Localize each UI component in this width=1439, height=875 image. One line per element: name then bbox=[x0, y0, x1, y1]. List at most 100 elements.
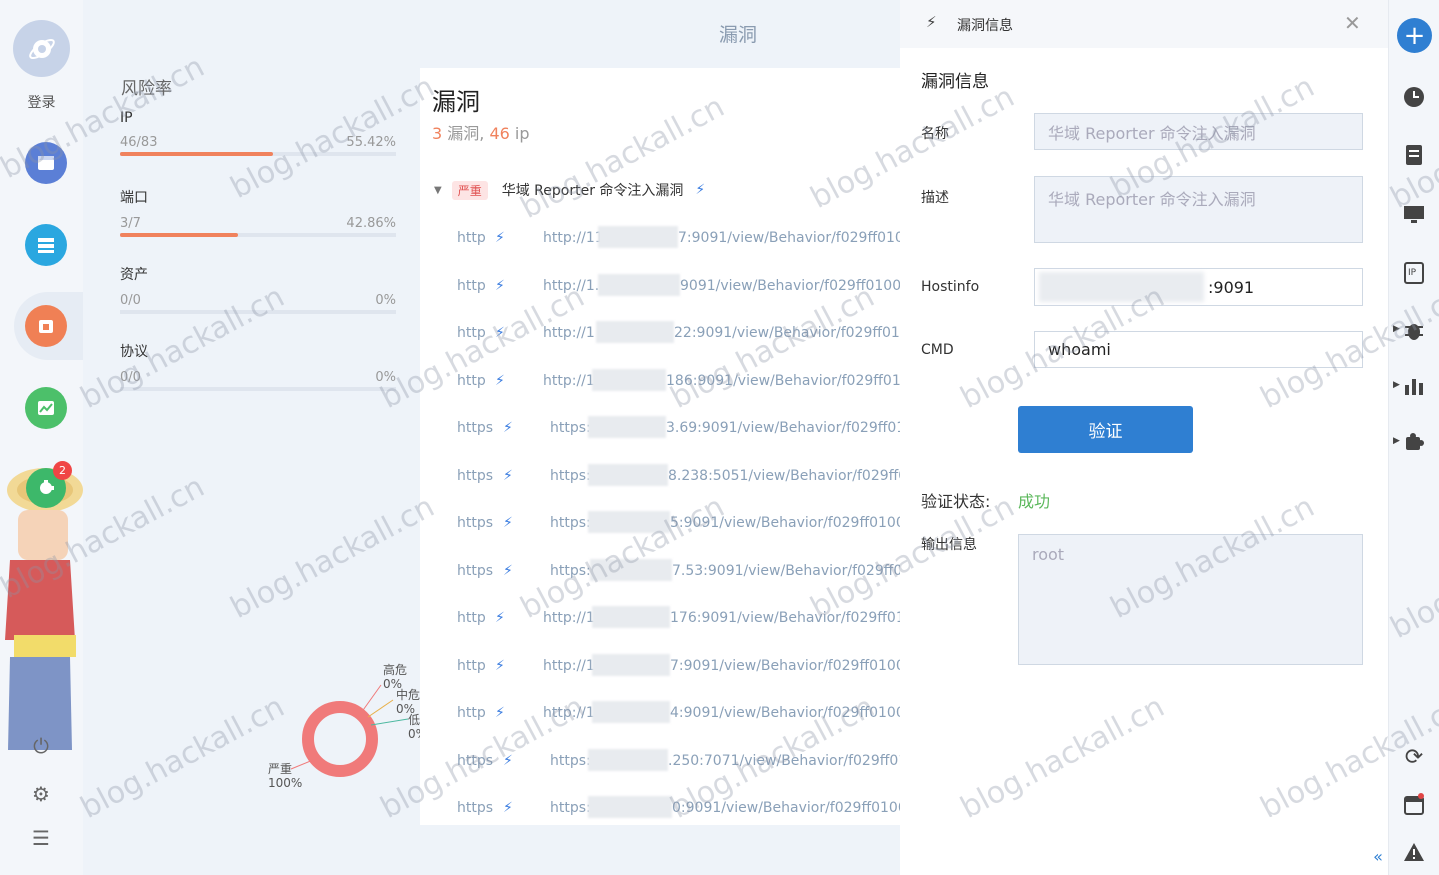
progress-bar bbox=[120, 152, 396, 156]
vuln-row[interactable]: http ⚡ http://1 7:9091/view/Behavior/f029ff… bbox=[420, 653, 900, 705]
server-icon[interactable] bbox=[25, 224, 67, 266]
svg-text:IP: IP bbox=[1408, 268, 1417, 278]
monitor-icon[interactable] bbox=[1401, 202, 1427, 228]
stat-percent: 42.86% bbox=[346, 216, 396, 231]
shield-icon[interactable] bbox=[25, 305, 67, 347]
vuln-row[interactable]: http ⚡ http://1.1 9091/view/Behavior/f029ff… bbox=[420, 273, 900, 325]
window-icon[interactable] bbox=[25, 142, 67, 184]
bolt-icon[interactable]: ⚡ bbox=[495, 705, 505, 721]
expand-arrow-icon[interactable]: ▶ bbox=[1393, 324, 1400, 334]
close-icon[interactable]: ✕ bbox=[1344, 11, 1361, 35]
url-suffix[interactable]: 3.69:9091/view/Behavior/f029ff0100 bbox=[666, 420, 900, 436]
caret-down-icon[interactable]: ▼ bbox=[434, 185, 442, 196]
vuln-list-panel: 漏洞 3 漏洞, 46 ip ▼ 严重 华域 Reporter 命令注入漏洞 ⚡… bbox=[420, 68, 900, 825]
puzzle-icon[interactable] bbox=[1401, 429, 1427, 455]
power-icon[interactable]: ⏻ bbox=[28, 733, 54, 759]
url-suffix[interactable]: 186:9091/view/Behavior/f029ff0100 bbox=[666, 373, 900, 389]
vuln-row[interactable]: http ⚡ http://1 176:9091/view/Behavior/f029… bbox=[420, 606, 900, 657]
url-suffix[interactable]: 7:9091/view/Behavior/f029ff01001 bbox=[678, 230, 900, 246]
verify-status-value: 成功 bbox=[1018, 492, 1051, 511]
url-suffix[interactable]: 22:9091/view/Behavior/f029ff0100 bbox=[674, 325, 900, 341]
document-icon[interactable] bbox=[1401, 142, 1427, 168]
url-suffix[interactable]: 176:9091/view/Behavior/f029ff0100 bbox=[670, 610, 900, 626]
vuln-row[interactable]: https ⚡ https: 0:9091/view/Behavior/f029ff0… bbox=[420, 796, 900, 825]
bolt-icon: ⚡ bbox=[926, 13, 937, 31]
bolt-icon[interactable]: ⚡ bbox=[503, 515, 513, 531]
name-label: 名称 bbox=[921, 126, 949, 142]
url-prefix[interactable]: https: bbox=[550, 420, 591, 436]
bolt-icon[interactable]: ⚡ bbox=[503, 420, 513, 436]
url-suffix[interactable]: 8.238:5051/view/Behavior/f029ff01 bbox=[668, 468, 900, 484]
clock-icon[interactable] bbox=[1401, 84, 1427, 110]
bolt-icon[interactable]: ⚡ bbox=[503, 800, 513, 816]
vuln-row[interactable]: http ⚡ http://11 7:9091/view/Behavior/f029f… bbox=[420, 226, 900, 277]
bolt-icon[interactable]: ⚡ bbox=[695, 182, 705, 198]
redacted-block bbox=[598, 273, 680, 296]
vuln-row[interactable]: http ⚡ http://1 186:9091/view/Behavior/f029… bbox=[420, 368, 900, 420]
refresh-icon[interactable]: ⟳ bbox=[1401, 744, 1427, 770]
url-prefix[interactable]: https: bbox=[550, 563, 591, 579]
url-suffix[interactable]: 0:9091/view/Behavior/f029ff01001 bbox=[672, 800, 900, 816]
url-prefix[interactable]: http://1 bbox=[543, 705, 595, 721]
cmd-field[interactable] bbox=[1034, 331, 1363, 368]
protocol-label: https bbox=[457, 562, 494, 579]
redacted-block bbox=[588, 796, 672, 818]
stat-port: 端口 3/7 42.86% bbox=[120, 187, 396, 237]
warning-icon[interactable] bbox=[1401, 839, 1427, 865]
bar-chart-icon[interactable] bbox=[1401, 373, 1427, 399]
verify-button[interactable]: 验证 bbox=[1018, 406, 1193, 453]
chart-icon[interactable] bbox=[25, 387, 67, 429]
bolt-icon[interactable]: ⚡ bbox=[503, 563, 513, 579]
vuln-row[interactable]: http ⚡ http://1 4:9091/view/Behavior/f029ff… bbox=[420, 701, 900, 752]
url-prefix[interactable]: http://1 bbox=[543, 325, 595, 341]
gear-icon[interactable]: ⚙ bbox=[28, 781, 54, 807]
planet-logo-icon[interactable] bbox=[13, 20, 70, 77]
desc-field[interactable]: 华域 Reporter 命令注入漏洞 bbox=[1034, 176, 1363, 243]
hostinfo-field[interactable]: :9091 bbox=[1034, 268, 1363, 306]
vuln-row[interactable]: https ⚡ https: 5:9091/view/Behavior/f029ff0… bbox=[420, 511, 900, 562]
bug-icon[interactable] bbox=[1401, 317, 1427, 343]
stat-label: IP bbox=[120, 110, 133, 126]
vuln-row[interactable]: http ⚡ http://1 22:9091/view/Behavior/f029f… bbox=[420, 321, 900, 372]
redacted-block bbox=[588, 511, 670, 533]
vuln-row[interactable]: https ⚡ https: .250:7071/view/Behavior/f029… bbox=[420, 748, 900, 800]
vuln-row[interactable]: https ⚡ https: 7.53:9091/view/Behavior/f029… bbox=[420, 558, 900, 610]
url-prefix[interactable]: https: bbox=[550, 800, 591, 816]
url-prefix[interactable]: http://11 bbox=[543, 230, 604, 246]
url-prefix[interactable]: https: bbox=[550, 468, 591, 484]
protocol-label: http bbox=[457, 325, 486, 341]
login-link[interactable]: 登录 bbox=[0, 92, 83, 112]
expand-arrow-icon[interactable]: ▶ bbox=[1393, 436, 1400, 446]
url-suffix[interactable]: .250:7071/view/Behavior/f029ff010 bbox=[668, 753, 900, 769]
url-prefix[interactable]: http://1 bbox=[543, 610, 595, 626]
vuln-group-header[interactable]: ▼ 严重 华域 Reporter 命令注入漏洞 ⚡ bbox=[434, 180, 705, 200]
bolt-icon[interactable]: ⚡ bbox=[503, 753, 513, 769]
expand-arrow-icon[interactable]: ▶ bbox=[1393, 380, 1400, 390]
url-suffix[interactable]: 7:9091/view/Behavior/f029ff010012 bbox=[670, 658, 900, 674]
bolt-icon[interactable]: ⚡ bbox=[495, 278, 505, 294]
name-field[interactable] bbox=[1034, 113, 1363, 150]
url-prefix[interactable]: http://1 bbox=[543, 373, 595, 389]
url-suffix[interactable]: 4:9091/view/Behavior/f029ff010012 bbox=[670, 705, 900, 721]
menu-icon[interactable]: ☰ bbox=[28, 825, 54, 851]
bolt-icon[interactable]: ⚡ bbox=[495, 325, 505, 341]
url-suffix[interactable]: 5:9091/view/Behavior/f029ff010012 bbox=[670, 515, 900, 531]
url-prefix[interactable]: https: bbox=[550, 515, 591, 531]
calendar-icon[interactable] bbox=[1401, 791, 1427, 817]
output-field[interactable]: root bbox=[1018, 534, 1363, 665]
url-suffix[interactable]: 7.53:9091/view/Behavior/f029ff010 bbox=[672, 563, 900, 579]
url-suffix[interactable]: 9091/view/Behavior/f029ff010012 bbox=[680, 278, 900, 294]
bolt-icon[interactable]: ⚡ bbox=[495, 610, 505, 626]
bolt-icon[interactable]: ⚡ bbox=[495, 658, 505, 674]
vuln-row[interactable]: https ⚡ https: 8.238:5051/view/Behavior/f02… bbox=[420, 463, 900, 515]
add-icon[interactable]: + bbox=[1397, 18, 1432, 53]
stat-label: 资产 bbox=[120, 267, 148, 283]
ip-icon[interactable]: IP bbox=[1401, 260, 1427, 286]
url-prefix[interactable]: https: bbox=[550, 753, 591, 769]
bolt-icon[interactable]: ⚡ bbox=[495, 230, 505, 246]
url-prefix[interactable]: http://1 bbox=[543, 658, 595, 674]
vuln-row[interactable]: https ⚡ https: 3.69:9091/view/Behavior/f029… bbox=[420, 416, 900, 467]
bolt-icon[interactable]: ⚡ bbox=[503, 468, 513, 484]
redacted-block bbox=[592, 701, 670, 723]
bolt-icon[interactable]: ⚡ bbox=[495, 373, 505, 389]
